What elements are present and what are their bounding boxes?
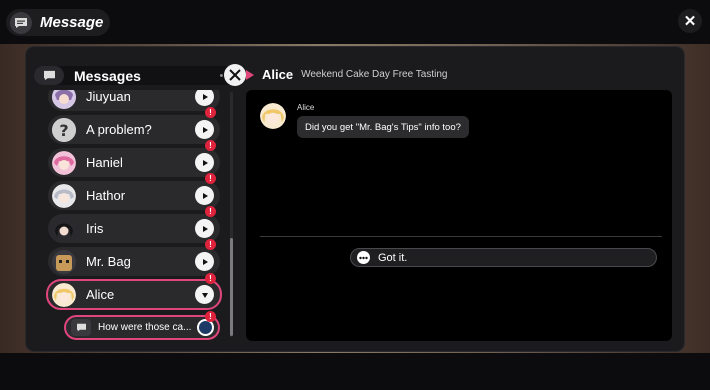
alert-badge: !	[205, 206, 216, 217]
thread-item[interactable]: How were those ca... !	[64, 311, 220, 340]
play-icon	[246, 69, 254, 80]
contact-item-mr-bag[interactable]: Mr. Bag !	[48, 239, 220, 276]
alert-badge: !	[205, 107, 216, 118]
contact-name: Iris	[86, 221, 104, 236]
contact-item-hathor[interactable]: Hathor !	[48, 173, 220, 210]
conversation-contact-name: Alice	[262, 67, 294, 82]
alert-badge: !	[205, 140, 216, 151]
conversation-header: Alice Weekend Cake Day Free Tasting	[246, 67, 447, 82]
page-title: Message	[40, 14, 104, 31]
message-bubble: Did you get "Mr. Bag's Tips" info too?	[297, 116, 469, 138]
haniel-avatar	[52, 150, 76, 175]
ellipsis-bubble-icon	[357, 251, 370, 264]
divider	[260, 236, 662, 237]
chevron-down-icon[interactable]	[195, 285, 214, 304]
mr-bag-avatar	[52, 249, 76, 274]
alert-badge: !	[205, 311, 216, 322]
alice-avatar	[260, 103, 286, 129]
title-pill: Message	[6, 9, 110, 36]
chat-bubble-icon	[34, 66, 64, 85]
play-icon[interactable]	[195, 153, 214, 172]
contact-name: Haniel	[86, 155, 123, 170]
contact-item-alice[interactable]: Alice !	[46, 273, 222, 310]
messages-header: Messages •••	[34, 64, 246, 86]
reply-option-button[interactable]: Got it.	[350, 248, 657, 267]
play-icon[interactable]	[195, 120, 214, 139]
chat-bubble-icon	[10, 11, 32, 34]
contact-item-jiuyuan[interactable]: Jiuyuan	[48, 90, 220, 111]
play-icon[interactable]	[195, 186, 214, 205]
question-mark-avatar: ?	[52, 117, 76, 142]
play-icon[interactable]	[195, 219, 214, 238]
contact-name: Jiuyuan	[86, 90, 131, 104]
contact-list[interactable]: Jiuyuan ? A problem? ! Haniel ! Hathor !…	[36, 90, 240, 342]
alert-badge: !	[205, 173, 216, 184]
iris-avatar	[52, 216, 76, 241]
crossed-swords-icon[interactable]	[224, 64, 246, 86]
bottom-bar	[0, 353, 710, 390]
jiuyuan-avatar	[52, 90, 76, 109]
close-icon: ✕	[683, 13, 697, 30]
contact-name: Hathor	[86, 188, 126, 203]
scrollbar-thumb[interactable]	[230, 238, 233, 336]
contact-name: Mr. Bag	[86, 254, 131, 269]
contact-item-haniel[interactable]: Haniel !	[48, 140, 220, 177]
alert-badge: !	[205, 239, 216, 250]
messages-label: Messages	[74, 67, 141, 84]
alice-avatar	[52, 282, 76, 307]
play-icon[interactable]	[195, 252, 214, 271]
close-button[interactable]: ✕	[678, 9, 702, 33]
message-sender: Alice	[297, 103, 315, 112]
chat-bubble-icon	[71, 319, 91, 336]
svg-text:?: ?	[59, 121, 68, 140]
reply-option-label: Got it.	[378, 251, 408, 264]
play-icon[interactable]	[195, 90, 214, 106]
contact-name: A problem?	[86, 122, 152, 137]
thread-preview: How were those ca...	[98, 322, 192, 333]
alert-badge: !	[205, 273, 216, 284]
conversation-topic: Weekend Cake Day Free Tasting	[301, 69, 448, 80]
contact-item-a-problem[interactable]: ? A problem? !	[48, 107, 220, 144]
contact-name: Alice	[86, 287, 115, 302]
contact-item-iris[interactable]: Iris !	[48, 206, 220, 243]
hathor-avatar	[52, 183, 76, 208]
